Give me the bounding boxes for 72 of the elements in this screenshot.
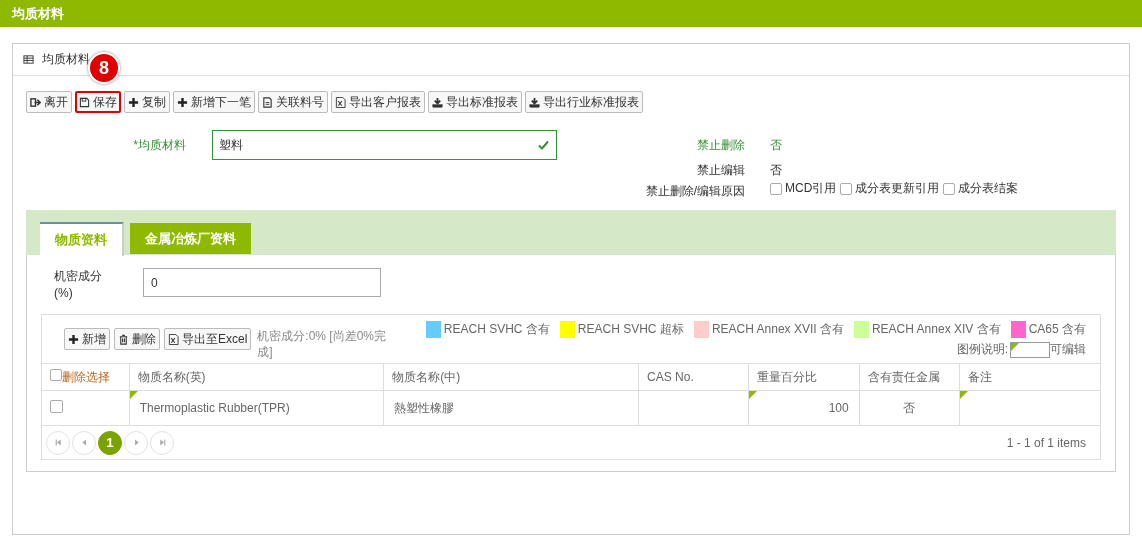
previous-page-button[interactable] xyxy=(72,430,96,455)
toolbar-button[interactable]: 关联料号 xyxy=(258,91,328,113)
excel-file-icon xyxy=(168,333,179,345)
first-page-icon xyxy=(53,438,63,447)
column-header: 物质名称(中) xyxy=(383,363,639,391)
plus-icon xyxy=(177,96,188,108)
table-cell: 否 xyxy=(859,390,960,426)
save-icon xyxy=(79,96,90,108)
select-all-label: 删除选择 xyxy=(62,369,110,384)
column-header: 物质名称(英) xyxy=(129,363,384,391)
column-header: 含有责任金属 xyxy=(859,363,960,391)
legend-label: REACH SVHC 含有 xyxy=(443,321,550,338)
field-label: 禁止编辑 xyxy=(696,161,746,179)
table-cell: 100 xyxy=(748,390,860,426)
document-icon xyxy=(262,96,273,108)
exit-icon xyxy=(30,96,41,108)
field-value: 否 xyxy=(769,136,783,154)
grid-button[interactable]: 删除 xyxy=(114,328,160,350)
checkmark-icon xyxy=(537,139,550,151)
legend-label: REACH Annex XIV 含有 xyxy=(871,321,1001,338)
pager-info: 1 - 1 of 1 items xyxy=(1006,435,1086,450)
confidential-input[interactable]: 0 xyxy=(143,268,381,297)
column-header: CAS No. xyxy=(638,363,749,391)
last-page-button[interactable] xyxy=(150,430,174,455)
toolbar-button[interactable]: 新增下一笔 xyxy=(173,91,255,113)
last-page-icon xyxy=(157,438,167,447)
download-icon xyxy=(529,96,540,108)
toolbar-button[interactable]: 导出标准报表 xyxy=(428,91,522,113)
checkbox[interactable] xyxy=(943,182,956,195)
checkbox[interactable] xyxy=(770,182,782,195)
field-value: 否 xyxy=(769,161,783,179)
checkbox-label: MCD引用 xyxy=(785,180,837,197)
legend-note: 图例说明: xyxy=(956,341,1008,358)
checkbox-label: 成分表结案 xyxy=(958,180,1019,197)
plus-icon xyxy=(128,96,139,108)
excel-file-icon xyxy=(335,96,346,108)
table-icon xyxy=(23,54,34,65)
checkbox[interactable] xyxy=(50,368,62,381)
toolbar-button[interactable]: 复制 xyxy=(124,91,170,113)
toolbar-button[interactable]: 离开 xyxy=(26,91,72,113)
legend-label: REACH SVHC 超标 xyxy=(577,321,684,338)
field-label: *均质材料 xyxy=(132,136,187,154)
next-page-button[interactable] xyxy=(124,430,148,455)
legend-label: CA65 含有 xyxy=(1028,321,1086,338)
previous-page-icon xyxy=(79,438,89,447)
field-label: 禁止删除/编辑原因 xyxy=(644,183,746,200)
grid-button[interactable]: 新增 xyxy=(64,328,110,350)
download-icon xyxy=(432,96,443,108)
table-cell: Thermoplastic Rubber(TPR) xyxy=(129,390,384,426)
grid-button[interactable]: 导出至Excel xyxy=(164,328,252,350)
save-button[interactable]: 保存 xyxy=(75,91,121,113)
column-header: 重量百分比 xyxy=(748,363,860,391)
panel-title: 均质材料 xyxy=(42,51,90,68)
toolbar-button[interactable]: 导出客户报表 xyxy=(331,91,425,113)
legend-note: 可编辑 xyxy=(1050,341,1086,358)
checkbox-label: 成分表更新引用 xyxy=(855,180,940,197)
material-field[interactable]: 塑料 xyxy=(212,130,557,160)
row-checkbox[interactable] xyxy=(50,400,63,413)
legend-label: REACH Annex XVII 含有 xyxy=(711,321,844,338)
editable-sample xyxy=(1010,341,1050,358)
plus-icon xyxy=(68,333,79,345)
step-badge: 8 xyxy=(88,52,120,84)
column-header: 备注 xyxy=(959,363,1100,391)
table-cell: 熱塑性橡膠 xyxy=(383,390,639,426)
field-label: 禁止删除 xyxy=(696,136,746,154)
trash-icon xyxy=(118,333,129,345)
field-label: 机密成分 (%) xyxy=(53,268,103,302)
checkbox[interactable] xyxy=(840,182,853,195)
toolbar-button[interactable]: 导出行业标准报表 xyxy=(525,91,643,113)
first-page-button[interactable] xyxy=(46,430,70,455)
progress-summary: 机密成分:0% [尚差0%完成] xyxy=(257,328,388,360)
page-title: 均质材料 xyxy=(12,4,64,23)
